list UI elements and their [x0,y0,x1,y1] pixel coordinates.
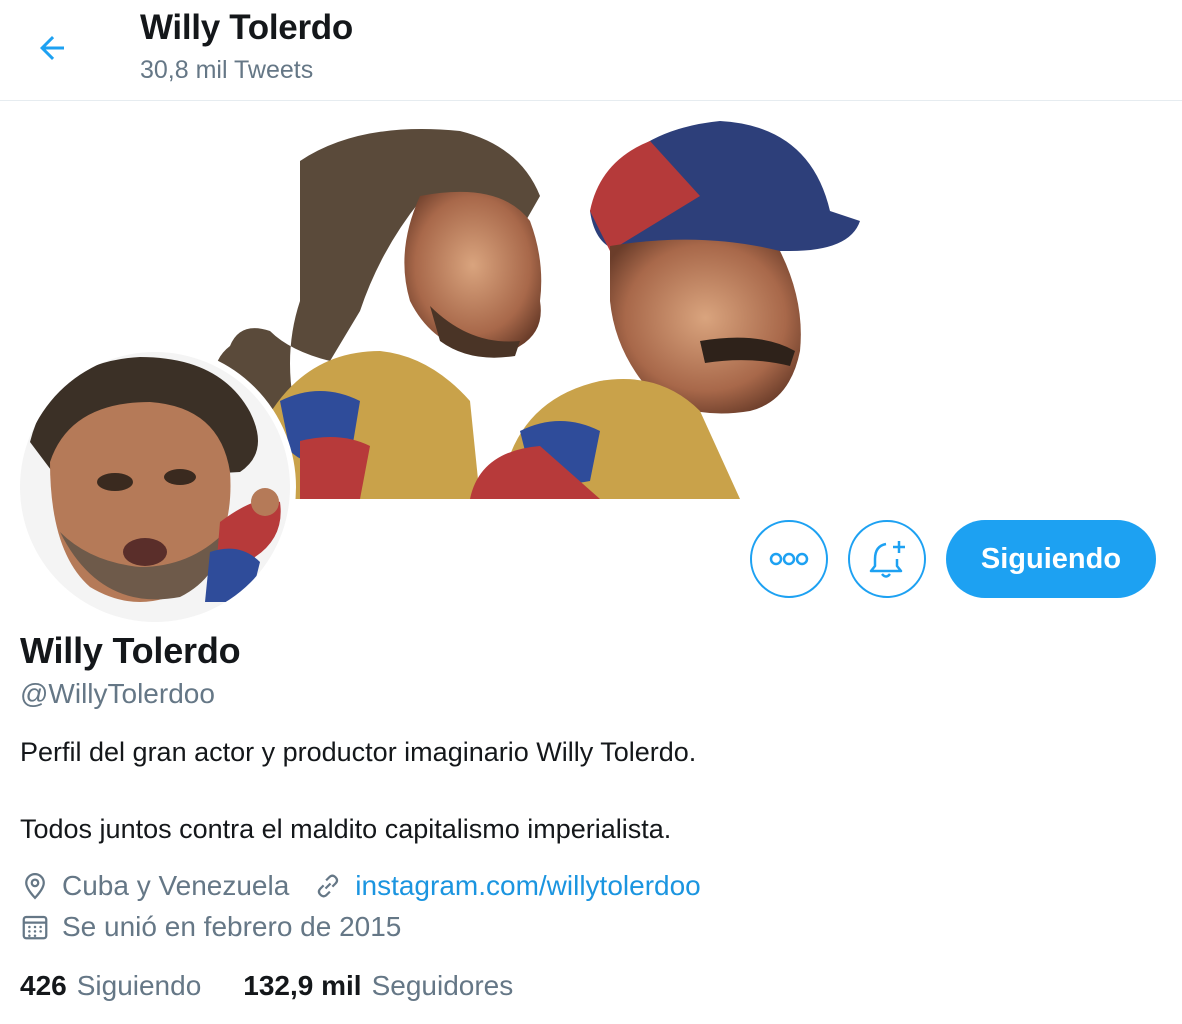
profile-stats: 426 Siguiendo 132,9 mil Seguidores [20,970,555,1002]
profile-meta-row: Cuba y Venezuela instagram.com/willytole… [20,870,701,902]
profile-header-bar: Willy Tolerdo 30,8 mil Tweets [0,0,1182,101]
more-options-button[interactable] [750,520,828,598]
calendar-icon [22,915,48,940]
profile-location: Cuba y Venezuela [20,870,289,902]
following-label: Siguiendo [76,970,202,1001]
location-text: Cuba y Venezuela [62,870,290,901]
profile-name: Willy Tolerdo [20,630,241,671]
profile-handle: @WillyTolerdoo [20,678,215,709]
header-title: Willy Tolerdo [140,8,353,47]
back-button[interactable] [26,22,78,74]
bell-plus-icon [869,541,905,578]
profile-bio-line: Perfil del gran actor y productor imagin… [20,737,697,767]
header-tweet-count: 30,8 mil Tweets [140,56,314,84]
joined-text: Se unió en febrero de 2015 [62,911,402,942]
joined-item: Se unió en febrero de 2015 [20,911,401,943]
followers-label: Seguidores [371,970,514,1001]
followers-count: 132,9 mil [243,970,362,1001]
following-count: 426 [20,970,67,1001]
back-arrow-icon [40,36,64,60]
more-icon [769,552,809,566]
profile-bio-line: Todos juntos contra el maldito capitalis… [20,814,672,844]
followers-stat[interactable]: 132,9 mil Seguidores [243,970,513,1002]
website-link[interactable]: instagram.com/willytolerdoo [355,870,700,902]
profile-website[interactable]: instagram.com/willytolerdoo [313,870,701,902]
link-icon [318,874,339,898]
profile-avatar[interactable] [14,346,296,628]
profile-joined: Se unió en febrero de 2015 [20,911,401,943]
location-pin-icon [25,872,45,900]
following-button[interactable]: Siguiendo [946,520,1156,598]
following-stat[interactable]: 426 Siguiendo [20,970,201,1002]
notifications-button[interactable] [848,520,926,598]
